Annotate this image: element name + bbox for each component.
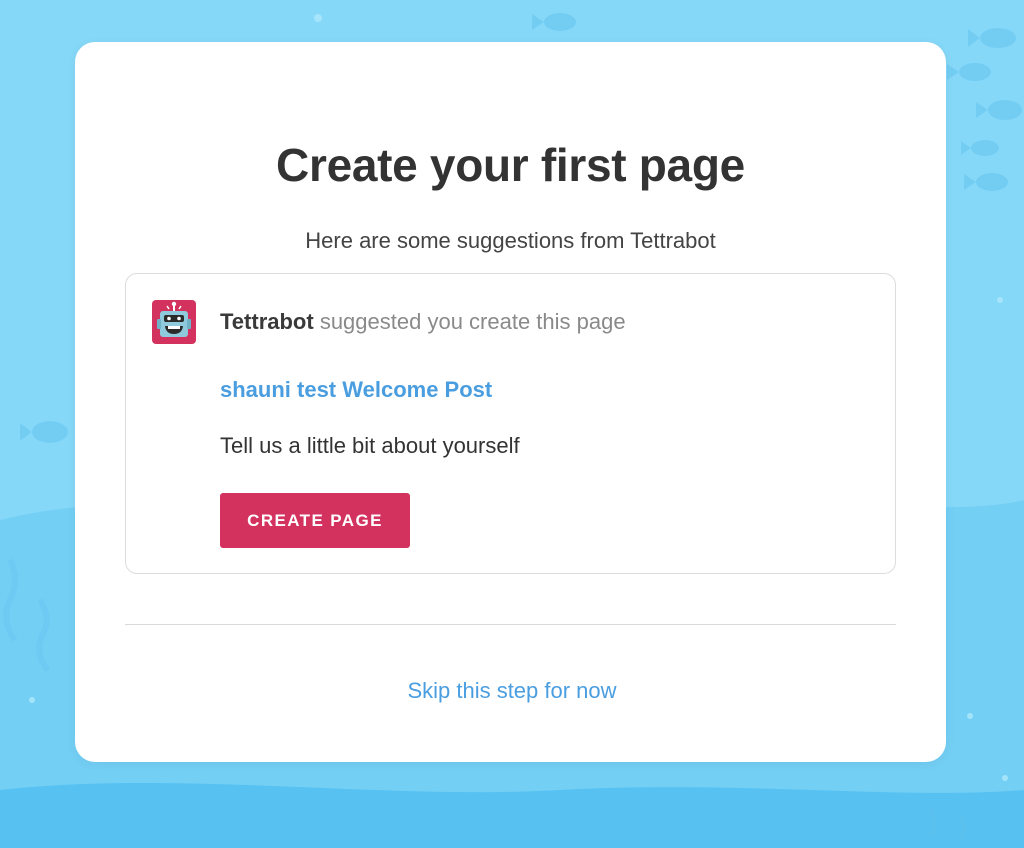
create-page-button[interactable]: CREATE PAGE (220, 493, 410, 548)
suggested-page-description: Tell us a little bit about yourself (220, 433, 520, 458)
section-divider (125, 624, 896, 625)
modal-subtitle: Here are some suggestions from Tettrabot (305, 228, 716, 253)
suggested-page-title-link[interactable]: shauni test Welcome Post (220, 377, 492, 403)
modal-title: Create your first page (276, 139, 745, 191)
skip-step-link[interactable]: Skip this step for now (407, 678, 616, 703)
suggestion-attribution: Tettrabot suggested you create this page (220, 309, 626, 335)
suggestion-card: Tettrabot suggested you create this page… (125, 273, 896, 574)
robot-icon (152, 300, 196, 344)
bot-name: Tettrabot (220, 309, 314, 334)
skip-step-container: Skip this step for now (0, 678, 1024, 704)
suggestion-text: suggested you create this page (313, 309, 626, 334)
